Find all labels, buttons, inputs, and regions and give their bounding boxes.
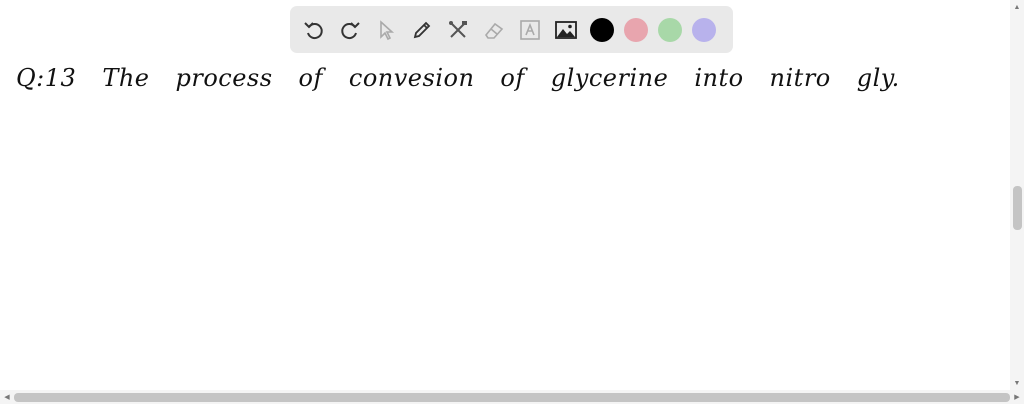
horizontal-scroll-thumb[interactable] [14, 393, 1010, 402]
scroll-right-arrow-icon[interactable]: ▶ [1010, 390, 1024, 404]
handwritten-word: process [175, 64, 273, 92]
vertical-scroll-thumb[interactable] [1013, 186, 1022, 230]
handwritten-word: gly. [856, 64, 900, 92]
color-pink-swatch[interactable] [624, 17, 648, 42]
pen-icon[interactable] [406, 14, 438, 46]
handwritten-word: into [694, 64, 744, 92]
scroll-up-arrow-icon[interactable]: ▲ [1010, 0, 1024, 14]
handwritten-word: Q:13 [16, 64, 77, 92]
vertical-scrollbar[interactable]: ▲ ▼ [1010, 0, 1024, 390]
undo-icon[interactable] [298, 14, 330, 46]
image-icon[interactable] [550, 14, 582, 46]
drawing-toolbar [290, 6, 733, 53]
handwritten-word: of [298, 64, 323, 92]
eraser-icon[interactable] [478, 14, 510, 46]
color-black-swatch[interactable] [590, 17, 614, 42]
redo-icon[interactable] [334, 14, 366, 46]
handwritten-word: convesion [348, 64, 475, 92]
scroll-down-arrow-icon[interactable]: ▼ [1010, 376, 1024, 390]
scroll-left-arrow-icon[interactable]: ◀ [0, 390, 14, 404]
tools-icon[interactable] [442, 14, 474, 46]
handwritten-word: The [102, 64, 150, 92]
color-green-swatch[interactable] [658, 17, 682, 42]
text-icon[interactable] [514, 14, 546, 46]
handwritten-word: of [500, 64, 525, 92]
handwritten-word: glycerine [550, 64, 669, 92]
color-purple-swatch[interactable] [692, 17, 716, 42]
handwritten-word: nitro [769, 64, 831, 92]
select-icon[interactable] [370, 14, 402, 46]
horizontal-scrollbar[interactable]: ◀ ▶ [0, 390, 1024, 404]
handwritten-text: Q:13 The process of convesion of glycerine into… [16, 64, 926, 92]
